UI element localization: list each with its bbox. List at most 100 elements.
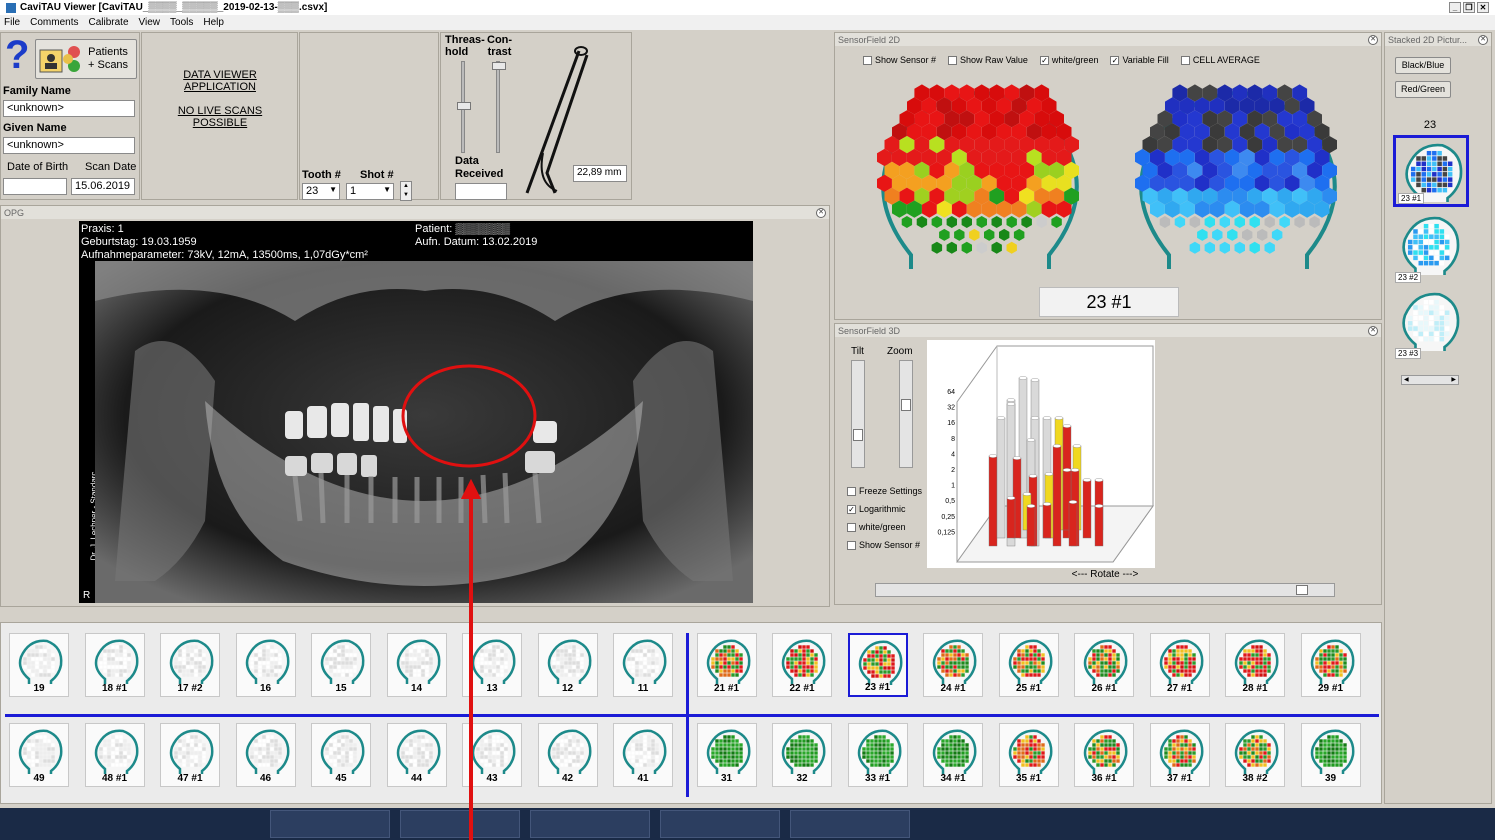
lower-tooth-thumbnail[interactable]: 39 — [1300, 723, 1361, 787]
scan-date-field[interactable]: 15.06.2019 — [71, 178, 135, 195]
upper-tooth-thumbnail[interactable]: 12 — [537, 633, 598, 697]
opg-r-mark: R — [83, 590, 91, 601]
shot-select[interactable]: 1 ▼ — [346, 183, 394, 200]
minimize-icon[interactable]: _ — [1449, 2, 1461, 13]
help-icon[interactable]: ? — [5, 35, 29, 75]
show-raw-value-checkbox[interactable]: Show Raw Value — [948, 55, 1028, 65]
dob-field[interactable] — [3, 178, 67, 195]
sensorfield-3d-panel: SensorField 3D ✕ Tilt Zoom Freeze Settin… — [834, 323, 1382, 605]
restore-icon[interactable]: ❐ — [1463, 2, 1475, 13]
zoom-slider-thumb[interactable] — [901, 399, 911, 411]
scroll-right-icon[interactable]: ▶ — [1451, 376, 1456, 384]
upper-tooth-thumbnail[interactable]: 14 — [386, 633, 447, 697]
threshold-slider-thumb[interactable] — [457, 102, 471, 110]
lower-tooth-thumbnail[interactable]: 46 — [235, 723, 296, 787]
lower-tooth-thumbnail[interactable]: 31 — [696, 723, 757, 787]
lower-tooth-thumbnail[interactable]: 48 #1 — [84, 723, 145, 787]
stacked-thumbnail[interactable]: 23 #3 — [1393, 287, 1469, 359]
sensor-cell — [1159, 216, 1171, 228]
taskbar-item[interactable] — [270, 810, 390, 838]
upper-tooth-thumbnail[interactable]: 24 #1 — [923, 633, 983, 697]
close-icon[interactable]: ✕ — [1368, 34, 1378, 45]
stacked-thumbnail[interactable]: 23 #1 — [1393, 135, 1469, 207]
menu-help[interactable]: Help — [203, 17, 224, 28]
patients-scans-button[interactable]: Patients + Scans — [35, 39, 137, 79]
stacked-thumbnail[interactable]: 23 #2 — [1393, 211, 1469, 283]
close-icon[interactable]: ✕ — [816, 207, 826, 218]
upper-tooth-thumbnail[interactable]: 21 #1 — [696, 633, 757, 697]
sensor-cell — [1036, 216, 1047, 228]
sensor-cell — [1189, 241, 1201, 254]
upper-tooth-thumbnail[interactable]: 18 #1 — [84, 633, 145, 697]
show-sensor-checkbox[interactable]: Show Sensor # — [863, 55, 936, 65]
patient-text: Patient: ▒▒▒▒▒▒▒ — [415, 223, 510, 235]
scroll-left-icon[interactable]: ◀ — [1404, 376, 1409, 384]
upper-tooth-thumbnail[interactable]: 27 #1 — [1149, 633, 1210, 697]
freeze-settings-checkbox[interactable]: Freeze Settings — [847, 486, 922, 496]
stacked-scrollbar[interactable]: ◀ ▶ — [1401, 375, 1459, 385]
lower-tooth-thumbnail[interactable]: 49 — [9, 723, 69, 787]
contrast-slider-thumb[interactable] — [492, 62, 506, 70]
lower-tooth-thumbnail[interactable]: 37 #1 — [1149, 723, 1210, 787]
tilt-slider-thumb[interactable] — [853, 429, 863, 441]
lower-tooth-thumbnail[interactable]: 42 — [537, 723, 598, 787]
window-titlebar: CaviTAU Viewer [CaviTAU_▒▒▒▒_▒▒▒▒▒_2019-… — [0, 0, 1495, 15]
black-blue-button[interactable]: Black/Blue — [1395, 57, 1451, 74]
logarithmic-checkbox[interactable]: ✓ Logarithmic — [847, 504, 922, 514]
sensor-cell — [1013, 228, 1025, 241]
contrast-slider[interactable] — [492, 61, 506, 153]
upper-tooth-thumbnail[interactable]: 23 #1 — [847, 633, 908, 697]
menu-tools[interactable]: Tools — [170, 17, 193, 28]
rotate-slider[interactable] — [875, 583, 1335, 597]
upper-tooth-thumbnail[interactable]: 25 #1 — [998, 633, 1059, 697]
variable-fill-checkbox[interactable]: ✓ Variable Fill — [1110, 55, 1169, 65]
lower-tooth-thumbnail[interactable]: 34 #1 — [923, 723, 983, 787]
menu-comments[interactable]: Comments — [30, 17, 78, 28]
left-right-divider — [686, 633, 689, 797]
lower-tooth-thumbnail[interactable]: 32 — [772, 723, 832, 787]
upper-tooth-thumbnail[interactable]: 22 #1 — [772, 633, 832, 697]
sensor-cell — [1021, 216, 1032, 228]
lower-tooth-thumbnail[interactable]: 33 #1 — [847, 723, 908, 787]
rotate-slider-thumb[interactable] — [1296, 585, 1308, 595]
family-name-field[interactable]: <unknown> — [3, 100, 135, 117]
menu-calibrate[interactable]: Calibrate — [88, 17, 128, 28]
show-sensor-3d-checkbox[interactable]: Show Sensor # — [847, 540, 922, 550]
lower-tooth-thumbnail[interactable]: 44 — [386, 723, 447, 787]
close-icon[interactable]: ✕ — [1368, 325, 1378, 336]
upper-tooth-thumbnail[interactable]: 26 #1 — [1074, 633, 1134, 697]
upper-tooth-thumbnail[interactable]: 16 — [235, 633, 296, 697]
lower-tooth-thumbnail[interactable]: 36 #1 — [1074, 723, 1134, 787]
close-icon[interactable]: ✕ — [1477, 2, 1489, 13]
upper-tooth-thumbnail[interactable]: 28 #1 — [1225, 633, 1285, 697]
upper-tooth-thumbnail[interactable]: 15 — [311, 633, 371, 697]
taskbar-item[interactable] — [660, 810, 780, 838]
sensorfield-3d-options: Freeze Settings ✓ Logarithmic white/green… — [847, 486, 922, 550]
tilt-slider[interactable] — [851, 360, 865, 468]
close-icon[interactable]: ✕ — [1478, 34, 1488, 45]
lower-tooth-thumbnail[interactable]: 35 #1 — [998, 723, 1059, 787]
given-name-field[interactable]: <unknown> — [3, 137, 135, 154]
cell-average-checkbox[interactable]: CELL AVERAGE — [1180, 55, 1260, 65]
lower-tooth-thumbnail[interactable]: 38 #2 — [1225, 723, 1285, 787]
taskbar-item[interactable] — [530, 810, 650, 838]
shot-stepper[interactable]: ▲ ▼ — [400, 181, 412, 201]
white-green-3d-checkbox[interactable]: white/green — [847, 522, 922, 532]
upper-tooth-thumbnail[interactable]: 29 #1 — [1300, 633, 1361, 697]
tooth-label: 37 #1 — [1166, 773, 1193, 784]
upper-tooth-thumbnail[interactable]: 17 #2 — [160, 633, 220, 697]
lower-tooth-thumbnail[interactable]: 41 — [613, 723, 673, 787]
sensor-cell — [976, 216, 987, 228]
white-green-checkbox[interactable]: ✓ white/green — [1039, 55, 1098, 65]
tooth-select[interactable]: 23 ▼ — [302, 183, 340, 200]
red-green-button[interactable]: Red/Green — [1395, 81, 1451, 98]
threshold-slider[interactable] — [457, 61, 471, 153]
upper-tooth-thumbnail[interactable]: 19 — [9, 633, 69, 697]
lower-tooth-thumbnail[interactable]: 45 — [311, 723, 371, 787]
taskbar-item[interactable] — [790, 810, 910, 838]
lower-tooth-thumbnail[interactable]: 47 #1 — [160, 723, 220, 787]
menu-file[interactable]: File — [4, 17, 20, 28]
upper-tooth-thumbnail[interactable]: 11 — [613, 633, 673, 697]
menu-view[interactable]: View — [139, 17, 161, 28]
zoom-slider[interactable] — [899, 360, 913, 468]
